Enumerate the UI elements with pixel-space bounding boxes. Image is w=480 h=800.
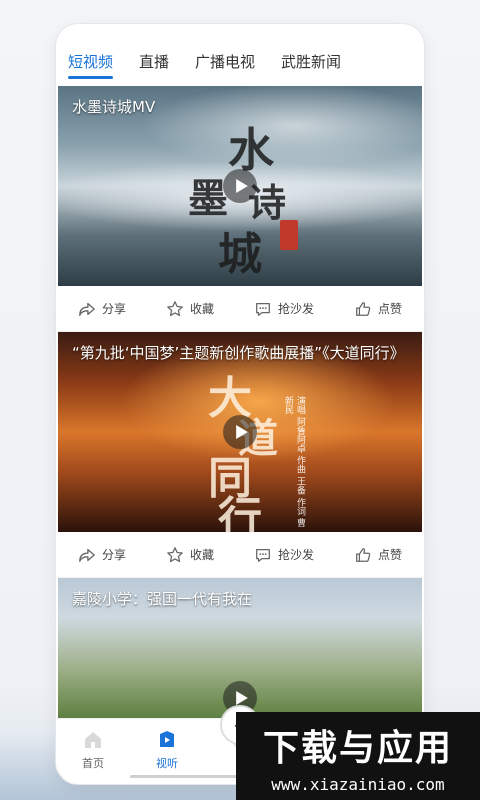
like-button[interactable]: 点赞 [354, 300, 402, 318]
watermark-url: www.xiazainiao.com [271, 774, 445, 794]
video-title: 嘉陵小学：强国一代有我在 [72, 590, 253, 608]
comment-label: 抢沙发 [277, 302, 314, 316]
thumb-up-icon [356, 547, 371, 562]
play-button[interactable] [223, 415, 257, 449]
tv-icon [160, 731, 174, 747]
comment-button[interactable]: 抢沙发 [254, 546, 314, 564]
favorite-label: 收藏 [189, 548, 214, 562]
comment-icon [256, 548, 270, 562]
video-feed: 水墨诗城MV 水 墨 城 诗 分享 收藏 抢沙发 点赞 “第九批‘中国梦’主题新… [58, 86, 422, 778]
like-label: 点赞 [377, 548, 402, 562]
card-action-bar: 分享 收藏 抢沙发 点赞 [58, 286, 422, 332]
red-seal-stamp [280, 220, 298, 250]
favorite-button[interactable]: 收藏 [166, 546, 214, 564]
card-action-bar: 分享 收藏 抢沙发 点赞 [58, 532, 422, 578]
favorite-label: 收藏 [189, 302, 214, 316]
watermark-logo: 下载与应用 www.xiazainiao.com [236, 712, 480, 800]
tab-live[interactable]: 直播 [139, 51, 169, 78]
share-icon [79, 302, 95, 316]
play-icon [235, 691, 248, 705]
comment-label: 抢沙发 [277, 548, 314, 562]
nav-home[interactable]: 首页 [56, 729, 130, 771]
play-button[interactable] [223, 169, 257, 203]
video-card: 水墨诗城MV 水 墨 城 诗 分享 收藏 抢沙发 点赞 [58, 86, 422, 332]
calligraphy-char: 行 [218, 493, 262, 532]
nav-home-label: 首页 [82, 757, 104, 770]
tab-short-video[interactable]: 短视频 [68, 51, 114, 79]
share-label: 分享 [101, 548, 126, 562]
like-button[interactable]: 点赞 [354, 546, 402, 564]
video-card: “第九批‘中国梦’主题新创作歌曲展播”《大道同行》 大 道 同 行 演唱 阿鲁阿… [58, 332, 422, 578]
video-thumbnail[interactable]: “第九批‘中国梦’主题新创作歌曲展播”《大道同行》 大 道 同 行 演唱 阿鲁阿… [58, 332, 422, 532]
share-icon [79, 548, 95, 562]
video-thumbnail[interactable]: 水墨诗城MV 水 墨 城 诗 [58, 86, 422, 286]
comment-icon [256, 302, 270, 316]
favorite-button[interactable]: 收藏 [166, 300, 214, 318]
nav-audio-video[interactable]: 视听 [130, 729, 204, 771]
comment-button[interactable]: 抢沙发 [254, 300, 314, 318]
share-button[interactable]: 分享 [78, 300, 126, 318]
tab-wusheng-news[interactable]: 武胜新闻 [281, 51, 341, 78]
tab-broadcast-tv[interactable]: 广播电视 [195, 51, 255, 78]
calligraphy-char: 墨 [188, 175, 228, 222]
star-icon [167, 546, 183, 562]
nav-audio-video-label: 视听 [156, 757, 178, 770]
video-title: “第九批‘中国梦’主题新创作歌曲展播”《大道同行》 [72, 344, 405, 362]
play-icon [235, 425, 248, 439]
calligraphy-char: 城 [218, 229, 262, 280]
share-button[interactable]: 分享 [78, 546, 126, 564]
phone-frame: 短视频 直播 广播电视 武胜新闻 水墨诗城MV 水 墨 城 诗 分享 收藏 抢沙… [56, 24, 424, 784]
star-icon [167, 300, 183, 316]
top-tab-bar: 短视频 直播 广播电视 武胜新闻 [56, 24, 424, 86]
play-icon [235, 179, 248, 193]
watermark-brand: 下载与应用 [262, 727, 453, 769]
like-label: 点赞 [377, 302, 402, 316]
home-icon [85, 732, 101, 748]
thumb-up-icon [356, 301, 371, 316]
song-credits: 演唱 阿鲁阿卓 作曲 王备 作词 曹新民 [283, 396, 305, 528]
share-label: 分享 [101, 302, 126, 316]
